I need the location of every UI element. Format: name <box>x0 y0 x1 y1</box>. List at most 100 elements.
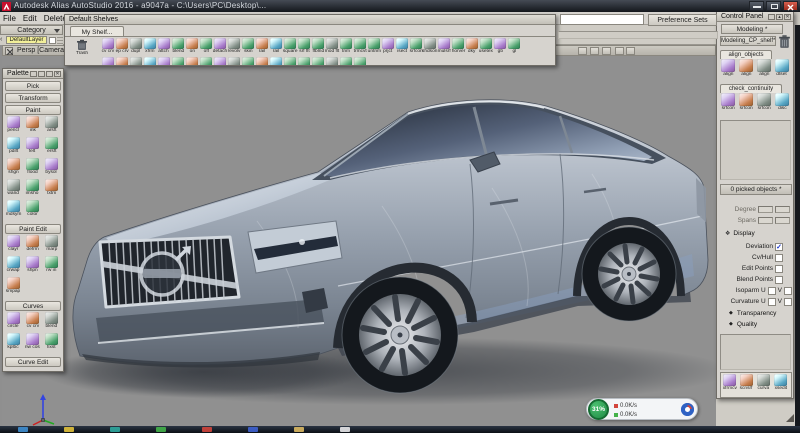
spans-input-1[interactable] <box>758 217 773 224</box>
palette-tool[interactable]: marp <box>42 235 61 256</box>
blend-points-checkbox[interactable] <box>775 276 783 284</box>
preference-input[interactable] <box>560 14 644 25</box>
deviation-checkbox[interactable]: ✓ <box>775 243 783 251</box>
isoparm-u-checkbox[interactable] <box>768 287 776 295</box>
display-bullet-item[interactable]: Transparency <box>729 308 776 319</box>
default-layer-chip[interactable]: DefaultLayer <box>6 36 47 44</box>
tab-align-objects[interactable]: align_objects <box>720 50 772 59</box>
shelf-tool[interactable]: detach <box>213 38 227 55</box>
cp-tool[interactable]: align <box>755 59 773 78</box>
shelf-tool[interactable] <box>115 57 129 66</box>
shelves-window-title[interactable]: Default Shelves <box>65 15 555 25</box>
palette-tab-curve-edit[interactable]: Curve Edit <box>5 357 61 367</box>
shelf-tool[interactable]: mod flt <box>325 38 339 55</box>
taskbar-icon[interactable] <box>18 427 28 432</box>
palette-tool[interactable]: blend <box>42 312 61 333</box>
degree-input-2[interactable] <box>775 206 790 213</box>
cp-tool[interactable]: scnsrf <box>738 374 755 397</box>
taskbar-icon[interactable] <box>340 427 350 432</box>
taskbar-icon[interactable] <box>156 427 166 432</box>
palette-tool[interactable]: bysol <box>42 158 61 179</box>
curvature-u-checkbox[interactable] <box>768 298 776 306</box>
palette-tool[interactable]: arsft <box>42 116 61 137</box>
shelf-tool[interactable]: untrim <box>367 38 381 55</box>
shelf-tool[interactable]: cv crv <box>101 38 115 55</box>
shelf-tool[interactable]: dky <box>465 38 479 55</box>
shelf-tool[interactable] <box>129 57 143 66</box>
palette-pin-icon[interactable] <box>38 71 45 77</box>
palette-tool[interactable]: circle <box>4 312 23 333</box>
modeling-dropdown[interactable]: Modeling * <box>721 24 783 34</box>
cp-close-icon[interactable]: ✕ <box>784 14 791 20</box>
cvhull-checkbox[interactable] <box>775 254 783 262</box>
shelf-tool[interactable] <box>325 57 339 66</box>
palette-tool[interactable]: shpn <box>23 256 42 277</box>
shelf-tool[interactable]: isect <box>395 38 409 55</box>
palette-tool[interactable]: color <box>23 200 42 221</box>
palette-tab-curves[interactable]: Curves <box>5 301 61 311</box>
palette-tool[interactable]: smpap <box>4 277 23 298</box>
shelf-tool[interactable]: ep crv <box>115 38 129 55</box>
degree-input-1[interactable] <box>758 206 773 213</box>
palette-tool[interactable]: pencl <box>4 116 23 137</box>
shelf-tool[interactable] <box>269 57 283 66</box>
spans-input-2[interactable] <box>775 217 790 224</box>
palette-tool[interactable]: pdift <box>4 137 23 158</box>
shading-icon[interactable] <box>590 47 599 55</box>
shelf-tool[interactable]: rail <box>269 38 283 55</box>
shelf-tool[interactable]: skin <box>241 38 255 55</box>
palette-tab-transform[interactable]: Transform <box>5 93 61 103</box>
shelf-tool[interactable] <box>101 57 115 66</box>
palette-collapse-icon[interactable] <box>30 71 37 77</box>
shelf-tool[interactable] <box>255 57 269 66</box>
shelf-tool[interactable]: srf flt <box>297 38 311 55</box>
palette-close-icon[interactable]: ✕ <box>54 71 61 77</box>
tab-check-continuity[interactable]: check_continuity <box>720 84 782 93</box>
palette-tool[interactable]: mdsym <box>4 200 23 221</box>
palette-tool[interactable]: imsho <box>23 179 42 200</box>
cp-tool[interactable]: srfcon <box>737 93 755 112</box>
shelf-tool[interactable]: square <box>283 38 297 55</box>
taskbar-icon[interactable] <box>110 427 120 432</box>
curvature-v-checkbox[interactable] <box>784 298 792 306</box>
display-bullet-item[interactable]: Quality <box>729 319 776 330</box>
shelf-tool[interactable] <box>241 57 255 66</box>
shelf-tool[interactable]: shdson <box>423 38 437 55</box>
taskbar-icon[interactable] <box>248 427 258 432</box>
perspective-viewport[interactable] <box>2 56 716 426</box>
menu-item[interactable]: File <box>3 14 16 23</box>
shelf-tool[interactable]: on <box>185 38 199 55</box>
shelf-tool[interactable]: ffblnd <box>311 38 325 55</box>
shelf-tool[interactable]: off <box>199 38 213 55</box>
shelf-tool[interactable] <box>227 57 241 66</box>
palette-tool[interactable]: defrm <box>23 235 42 256</box>
palette-tool[interactable]: cv crv <box>23 312 42 333</box>
palette-tab-paint[interactable]: Paint <box>5 105 61 115</box>
close-button[interactable] <box>783 1 798 11</box>
shelf-tool[interactable]: mulsrf <box>437 38 451 55</box>
layer-checkbox[interactable] <box>49 37 56 44</box>
resize-grip-icon[interactable] <box>786 414 794 422</box>
viewport-maximize-icon[interactable] <box>626 47 635 55</box>
palette-tool[interactable]: nw cos <box>23 333 42 354</box>
display-section-header[interactable]: Display <box>725 230 755 237</box>
viewport-close-icon[interactable] <box>5 47 13 55</box>
shelf-tool[interactable]: horver <box>451 38 465 55</box>
cp-trash-icon[interactable] <box>778 34 791 49</box>
shelf-tool[interactable] <box>311 57 325 66</box>
palette-tool[interactable]: kplbc <box>4 333 23 354</box>
preference-sets-button[interactable]: Preference Sets <box>648 14 717 26</box>
palette-menu-icon[interactable] <box>46 71 53 77</box>
shelf-tool[interactable] <box>199 57 213 66</box>
shelf-tool[interactable] <box>157 57 171 66</box>
picked-objects-dropdown[interactable]: 0 picked objects * <box>720 184 792 195</box>
cp-tool[interactable]: xsedit <box>772 374 789 397</box>
lightbulb-icon[interactable] <box>578 47 587 55</box>
taskbar-icon[interactable] <box>64 427 74 432</box>
shelf-tool[interactable]: blend <box>171 38 185 55</box>
cp-tool[interactable]: srfcon <box>719 93 737 112</box>
palette-tool[interactable]: fixst <box>42 333 61 354</box>
palette-tool[interactable]: ink <box>23 116 42 137</box>
shelf-tool[interactable]: gb <box>493 38 507 55</box>
palette-tool[interactable]: crwap <box>4 256 23 277</box>
